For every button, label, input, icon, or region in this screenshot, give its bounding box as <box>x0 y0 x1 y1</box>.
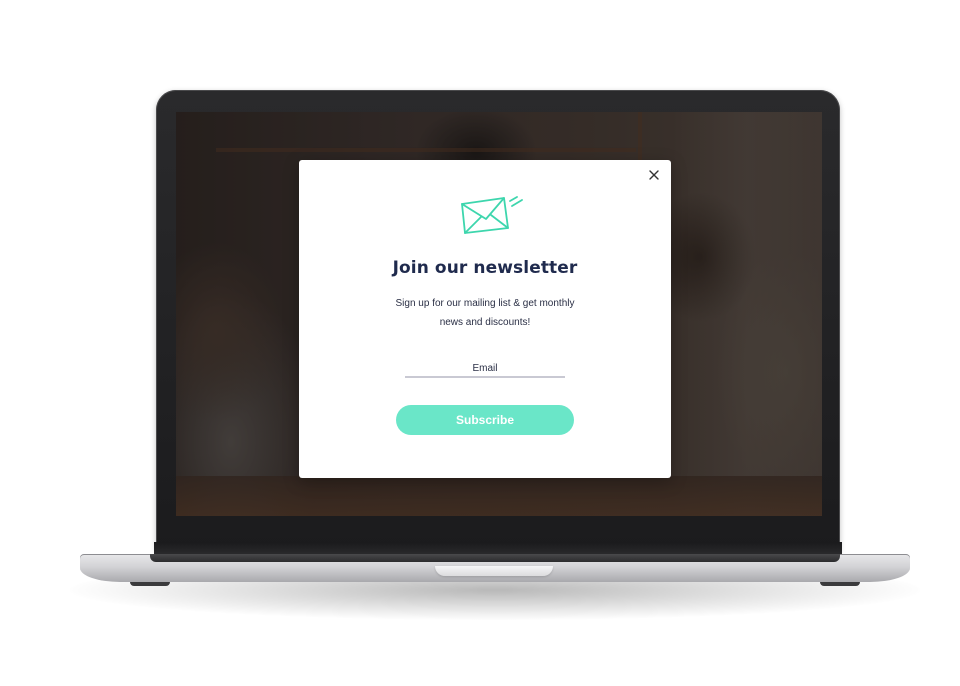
email-field[interactable] <box>405 360 565 377</box>
close-button[interactable] <box>645 166 663 184</box>
close-icon <box>649 170 659 180</box>
laptop-foot-left <box>130 582 170 586</box>
subscribe-button[interactable]: Subscribe <box>396 405 574 435</box>
modal-description: Sign up for our mailing list & get month… <box>395 298 575 328</box>
email-field-wrapper <box>405 358 565 378</box>
laptop-keyboard-edge <box>150 554 840 562</box>
newsletter-modal: Join our newsletter Sign up for our mail… <box>299 160 671 478</box>
laptop-notch <box>435 566 553 576</box>
laptop-mockup: Join our newsletter Sign up for our mail… <box>0 0 960 686</box>
laptop-foot-right <box>820 582 860 586</box>
envelope-icon <box>461 196 523 234</box>
modal-title: Join our newsletter <box>392 258 578 278</box>
